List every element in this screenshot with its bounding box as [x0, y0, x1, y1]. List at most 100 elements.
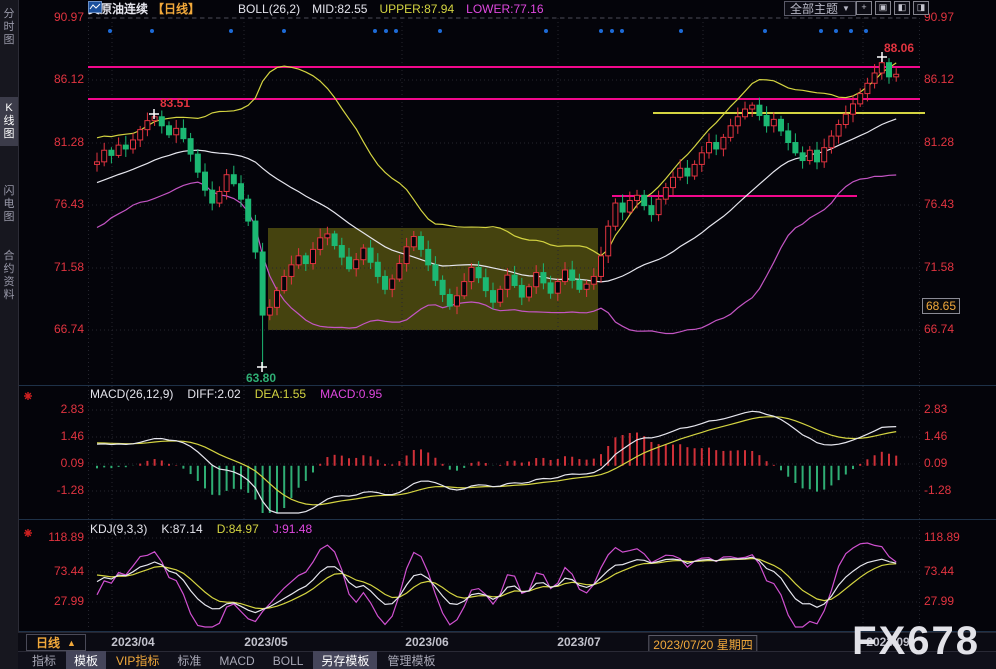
- price-annotation: 63.80: [246, 371, 276, 385]
- event-dot[interactable]: [544, 29, 548, 33]
- macd-panel-header: MACD(26,12,9) DIFF:2.02 DEA:1.55 MACD:0.…: [90, 387, 382, 401]
- indicator-chart-icon: [212, 3, 226, 15]
- period-tag: 【日线】: [152, 0, 200, 17]
- macd-diff-value: DIFF:2.02: [187, 387, 240, 401]
- macd-axis-label-left: -1.28: [20, 483, 84, 497]
- boll-mid-value: MID:82.55: [312, 2, 367, 16]
- tab-4[interactable]: 标准: [169, 651, 209, 669]
- tab-2[interactable]: 模板: [66, 651, 106, 669]
- chevron-down-icon: ▼: [842, 4, 850, 13]
- kdj-k-line: [97, 557, 896, 612]
- tab-5[interactable]: MACD: [211, 653, 262, 669]
- macd-axis-label-right: 2.83: [924, 402, 947, 416]
- event-dot[interactable]: [620, 29, 624, 33]
- date-axis-bar: 日线 ▲ 2023/042023/052023/062023/072023/07…: [18, 632, 996, 652]
- bottom-tab-bar: 指标模板VIP指标标准MACDBOLL另存模板管理模板: [18, 651, 996, 669]
- macd-axis-label-left: 2.83: [20, 402, 84, 416]
- price-axis-label-left: 66.74: [20, 322, 84, 336]
- chart-type-sidebar: 分 时 图 K 线 图闪 电 图合 约 资 料: [0, 0, 19, 669]
- macd-axis-label-right: -1.28: [924, 483, 951, 497]
- triangle-up-icon: ▲: [67, 638, 76, 648]
- sidebar-item-1[interactable]: 分 时 图: [0, 3, 18, 52]
- event-dot[interactable]: [763, 29, 767, 33]
- event-dot[interactable]: [150, 29, 154, 33]
- kdj-params: KDJ(9,3,3): [90, 522, 147, 536]
- header-toolbar: +▣◧◨: [856, 1, 929, 15]
- sidebar-item-3[interactable]: 闪 电 图: [0, 180, 18, 229]
- macd-dea-line: [97, 417, 896, 505]
- pan-right-icon[interactable]: ◨: [913, 1, 929, 15]
- period-button[interactable]: 日线 ▲: [26, 634, 86, 651]
- price-axis-label-left: 90.97: [20, 10, 84, 24]
- kdj-d-value: D:84.97: [217, 522, 259, 536]
- event-dot[interactable]: [373, 29, 377, 33]
- event-dot[interactable]: [610, 29, 614, 33]
- theme-dropdown-label: 全部主题: [790, 0, 838, 17]
- chart-canvas[interactable]: [0, 0, 996, 669]
- tab-7[interactable]: 另存模板: [313, 651, 377, 669]
- event-dot[interactable]: [394, 29, 398, 33]
- event-dot[interactable]: [282, 29, 286, 33]
- date-axis-label: 2023/06: [405, 635, 448, 649]
- macd-axis-label-left: 1.46: [20, 429, 84, 443]
- period-button-label: 日线: [36, 634, 60, 651]
- event-dot[interactable]: [849, 29, 853, 33]
- macd-axis-label-right: 1.46: [924, 429, 947, 443]
- boll-upper-line: [97, 63, 896, 256]
- kdj-panel-header: KDJ(9,3,3) K:87.14 D:84.97 J:91.48: [90, 522, 312, 536]
- event-dot[interactable]: [384, 29, 388, 33]
- kdj-axis-label-left: 27.99: [20, 594, 84, 608]
- kdj-axis-label-right: 27.99: [924, 594, 954, 608]
- watermark: FX678: [852, 621, 980, 661]
- price-axis-label-left: 86.12: [20, 72, 84, 86]
- price-axis-label-right: 86.12: [924, 72, 954, 86]
- trading-app-window: 分 时 图 K 线 图闪 电 图合 约 资 料 美原油连续 【日线】 BOLL(2…: [0, 0, 996, 669]
- kdj-d-line: [97, 559, 896, 609]
- event-dot[interactable]: [108, 29, 112, 33]
- event-dot[interactable]: [834, 29, 838, 33]
- tab-3[interactable]: VIP指标: [108, 651, 167, 669]
- event-dot[interactable]: [679, 29, 683, 33]
- macd-dea-value: DEA:1.55: [255, 387, 306, 401]
- kdj-axis-label-left: 73.44: [20, 564, 84, 578]
- price-axis-label-left: 81.28: [20, 135, 84, 149]
- tab-1[interactable]: 指标: [24, 651, 64, 669]
- event-dot[interactable]: [864, 29, 868, 33]
- kdj-j-line: [97, 543, 896, 627]
- event-dot[interactable]: [229, 29, 233, 33]
- macd-axis-label-left: 0.09: [20, 456, 84, 470]
- sidebar-item-2[interactable]: K 线 图: [0, 97, 18, 146]
- price-axis-label-left: 76.43: [20, 197, 84, 211]
- tab-6[interactable]: BOLL: [265, 653, 312, 669]
- price-badge: 68.65: [922, 298, 960, 314]
- macd-dif-line: [97, 411, 896, 513]
- kdj-j-value: J:91.48: [273, 522, 312, 536]
- sidebar-item-4[interactable]: 合 约 资 料: [0, 245, 18, 307]
- tab-8[interactable]: 管理模板: [379, 651, 443, 669]
- pan-left-icon[interactable]: ◧: [894, 1, 910, 15]
- boll-upper-value: UPPER:87.94: [379, 2, 454, 16]
- event-dot[interactable]: [599, 29, 603, 33]
- price-annotation: 83.51: [160, 96, 190, 110]
- macd-macd-value: MACD:0.95: [320, 387, 382, 401]
- date-axis-label: 2023/05: [244, 635, 287, 649]
- fit-chart-icon[interactable]: ▣: [875, 1, 891, 15]
- boll-params: BOLL(26,2): [238, 2, 300, 16]
- boll-lower-value: LOWER:77.16: [466, 2, 543, 16]
- date-axis-label: 2023/07: [557, 635, 600, 649]
- price-axis-label-right: 71.58: [924, 260, 954, 274]
- price-axis-label-right: 66.74: [924, 322, 954, 336]
- panel-marker-icon: [24, 392, 32, 400]
- date-axis-label: 2023/04: [111, 635, 154, 649]
- theme-dropdown[interactable]: 全部主题 ▼: [784, 1, 856, 16]
- event-dot[interactable]: [438, 29, 442, 33]
- event-dot[interactable]: [819, 29, 823, 33]
- price-annotation: 88.06: [884, 41, 914, 55]
- price-axis-label-left: 71.58: [20, 260, 84, 274]
- price-axis-label-right: 81.28: [924, 135, 954, 149]
- crosshair-icon[interactable]: +: [856, 1, 872, 15]
- chart-header: 美原油连续 【日线】 BOLL(26,2) MID:82.55 UPPER:87…: [88, 1, 544, 16]
- macd-axis-label-right: 0.09: [924, 456, 947, 470]
- kdj-axis-label-right: 118.89: [924, 530, 960, 544]
- kdj-axis-label-right: 73.44: [924, 564, 954, 578]
